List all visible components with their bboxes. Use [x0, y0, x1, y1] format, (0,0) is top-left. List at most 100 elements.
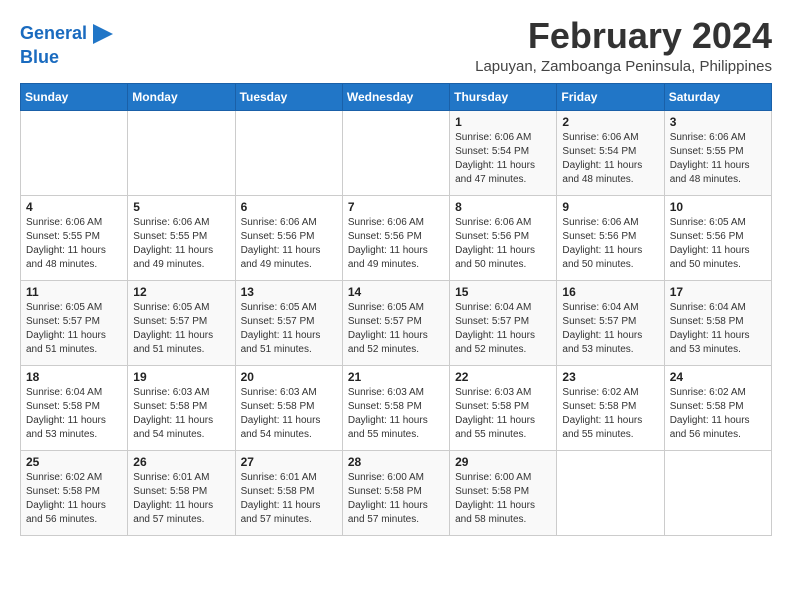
day-info: Sunrise: 6:06 AM Sunset: 5:55 PM Dayligh… [133, 216, 229, 272]
day-info: Sunrise: 6:05 AM Sunset: 5:57 PM Dayligh… [348, 301, 444, 357]
page-header: General Blue February 2024 Lapuyan, Zamb… [20, 16, 772, 75]
calendar-cell: 6 Sunrise: 6:06 AM Sunset: 5:56 PM Daylig… [235, 195, 342, 280]
day-number: 23 [562, 370, 658, 384]
day-info: Sunrise: 6:04 AM Sunset: 5:58 PM Dayligh… [26, 386, 122, 442]
day-number: 3 [670, 115, 766, 129]
calendar-cell: 16Sunrise: 6:04 AM Sunset: 5:57 PM Dayli… [557, 280, 664, 365]
day-info: Sunrise: 6:06 AM Sunset: 5:55 PM Dayligh… [26, 216, 122, 272]
day-number: 26 [133, 455, 229, 469]
day-number: 28 [348, 455, 444, 469]
day-number: 7 [348, 200, 444, 214]
calendar-cell: 20 Sunrise: 6:03 AM Sunset: 5:58 PM Dayli… [235, 365, 342, 450]
month-title: February 2024 [475, 16, 772, 56]
calendar-cell: 5 Sunrise: 6:06 AM Sunset: 5:55 PM Daylig… [128, 195, 235, 280]
title-area: February 2024 Lapuyan, Zamboanga Peninsu… [475, 16, 772, 75]
calendar-cell [21, 110, 128, 195]
day-number: 1 [455, 115, 551, 129]
logo-icon [89, 20, 117, 48]
logo-subtext: Blue [20, 48, 117, 68]
day-info: Sunrise: 6:05 AM Sunset: 5:57 PM Dayligh… [133, 301, 229, 357]
weekday-header-monday: Monday [128, 83, 235, 110]
calendar-cell: 21 Sunrise: 6:03 AM Sunset: 5:58 PM Dayli… [342, 365, 449, 450]
day-info: Sunrise: 6:02 AM Sunset: 5:58 PM Dayligh… [670, 386, 766, 442]
weekday-header-friday: Friday [557, 83, 664, 110]
day-info: Sunrise: 6:03 AM Sunset: 5:58 PM Dayligh… [241, 386, 337, 442]
weekday-header-wednesday: Wednesday [342, 83, 449, 110]
calendar-cell: 9 Sunrise: 6:06 AM Sunset: 5:56 PM Daylig… [557, 195, 664, 280]
calendar-cell: 11Sunrise: 6:05 AM Sunset: 5:57 PM Dayli… [21, 280, 128, 365]
day-number: 4 [26, 200, 122, 214]
calendar-cell [557, 450, 664, 535]
calendar-cell: 15 Sunrise: 6:04 AM Sunset: 5:57 PM Dayli… [450, 280, 557, 365]
day-number: 18 [26, 370, 122, 384]
day-number: 11 [26, 285, 122, 299]
day-info: Sunrise: 6:01 AM Sunset: 5:58 PM Dayligh… [133, 471, 229, 527]
day-number: 10 [670, 200, 766, 214]
calendar-cell: 8 Sunrise: 6:06 AM Sunset: 5:56 PM Daylig… [450, 195, 557, 280]
day-number: 8 [455, 200, 551, 214]
day-info: Sunrise: 6:06 AM Sunset: 5:54 PM Dayligh… [455, 131, 551, 187]
calendar-cell: 10Sunrise: 6:05 AM Sunset: 5:56 PM Dayli… [664, 195, 771, 280]
day-info: Sunrise: 6:01 AM Sunset: 5:58 PM Dayligh… [241, 471, 337, 527]
day-number: 6 [241, 200, 337, 214]
calendar-week-row: 18 Sunrise: 6:04 AM Sunset: 5:58 PM Dayli… [21, 365, 772, 450]
day-number: 17 [670, 285, 766, 299]
calendar-cell: 25 Sunrise: 6:02 AM Sunset: 5:58 PM Dayli… [21, 450, 128, 535]
calendar-cell: 17Sunrise: 6:04 AM Sunset: 5:58 PM Dayli… [664, 280, 771, 365]
day-number: 29 [455, 455, 551, 469]
day-number: 2 [562, 115, 658, 129]
day-info: Sunrise: 6:06 AM Sunset: 5:54 PM Dayligh… [562, 131, 658, 187]
calendar-cell: 4 Sunrise: 6:06 AM Sunset: 5:55 PM Daylig… [21, 195, 128, 280]
weekday-header-thursday: Thursday [450, 83, 557, 110]
day-info: Sunrise: 6:02 AM Sunset: 5:58 PM Dayligh… [26, 471, 122, 527]
calendar-week-row: 1 Sunrise: 6:06 AM Sunset: 5:54 PM Daylig… [21, 110, 772, 195]
calendar-week-row: 4 Sunrise: 6:06 AM Sunset: 5:55 PM Daylig… [21, 195, 772, 280]
day-info: Sunrise: 6:03 AM Sunset: 5:58 PM Dayligh… [348, 386, 444, 442]
day-number: 13 [241, 285, 337, 299]
weekday-header-tuesday: Tuesday [235, 83, 342, 110]
day-number: 22 [455, 370, 551, 384]
day-number: 5 [133, 200, 229, 214]
weekday-header-saturday: Saturday [664, 83, 771, 110]
day-number: 12 [133, 285, 229, 299]
day-number: 25 [26, 455, 122, 469]
calendar-table: SundayMondayTuesdayWednesdayThursdayFrid… [20, 83, 772, 536]
calendar-week-row: 25 Sunrise: 6:02 AM Sunset: 5:58 PM Dayli… [21, 450, 772, 535]
day-number: 20 [241, 370, 337, 384]
calendar-cell [342, 110, 449, 195]
logo: General Blue [20, 20, 117, 68]
calendar-cell: 3 Sunrise: 6:06 AM Sunset: 5:55 PM Daylig… [664, 110, 771, 195]
day-info: Sunrise: 6:02 AM Sunset: 5:58 PM Dayligh… [562, 386, 658, 442]
day-number: 15 [455, 285, 551, 299]
calendar-cell: 18 Sunrise: 6:04 AM Sunset: 5:58 PM Dayli… [21, 365, 128, 450]
calendar-cell: 13 Sunrise: 6:05 AM Sunset: 5:57 PM Dayli… [235, 280, 342, 365]
calendar-cell: 2 Sunrise: 6:06 AM Sunset: 5:54 PM Daylig… [557, 110, 664, 195]
calendar-cell: 22 Sunrise: 6:03 AM Sunset: 5:58 PM Dayli… [450, 365, 557, 450]
day-info: Sunrise: 6:04 AM Sunset: 5:57 PM Dayligh… [455, 301, 551, 357]
logo-text: General [20, 24, 87, 44]
calendar-cell [664, 450, 771, 535]
calendar-cell: 23 Sunrise: 6:02 AM Sunset: 5:58 PM Dayli… [557, 365, 664, 450]
day-info: Sunrise: 6:06 AM Sunset: 5:56 PM Dayligh… [241, 216, 337, 272]
day-info: Sunrise: 6:06 AM Sunset: 5:56 PM Dayligh… [562, 216, 658, 272]
calendar-week-row: 11 Sunrise: 6:05 AM Sunset: 5:57 PM Dayli… [21, 280, 772, 365]
day-info: Sunrise: 6:05 AM Sunset: 5:57 PM Dayligh… [241, 301, 337, 357]
calendar-cell: 1 Sunrise: 6:06 AM Sunset: 5:54 PM Daylig… [450, 110, 557, 195]
day-number: 21 [348, 370, 444, 384]
day-info: Sunrise: 6:00 AM Sunset: 5:58 PM Dayligh… [455, 471, 551, 527]
day-info: Sunrise: 6:03 AM Sunset: 5:58 PM Dayligh… [455, 386, 551, 442]
day-info: Sunrise: 6:03 AM Sunset: 5:58 PM Dayligh… [133, 386, 229, 442]
day-info: Sunrise: 6:06 AM Sunset: 5:56 PM Dayligh… [455, 216, 551, 272]
day-info: Sunrise: 6:06 AM Sunset: 5:56 PM Dayligh… [348, 216, 444, 272]
day-number: 27 [241, 455, 337, 469]
calendar-cell: 27 Sunrise: 6:01 AM Sunset: 5:58 PM Dayli… [235, 450, 342, 535]
location-title: Lapuyan, Zamboanga Peninsula, Philippine… [475, 58, 772, 75]
day-number: 9 [562, 200, 658, 214]
day-number: 14 [348, 285, 444, 299]
day-number: 19 [133, 370, 229, 384]
day-info: Sunrise: 6:04 AM Sunset: 5:57 PM Dayligh… [562, 301, 658, 357]
calendar-cell: 14 Sunrise: 6:05 AM Sunset: 5:57 PM Dayli… [342, 280, 449, 365]
calendar-cell: 24Sunrise: 6:02 AM Sunset: 5:58 PM Dayli… [664, 365, 771, 450]
day-info: Sunrise: 6:06 AM Sunset: 5:55 PM Dayligh… [670, 131, 766, 187]
weekday-header-sunday: Sunday [21, 83, 128, 110]
